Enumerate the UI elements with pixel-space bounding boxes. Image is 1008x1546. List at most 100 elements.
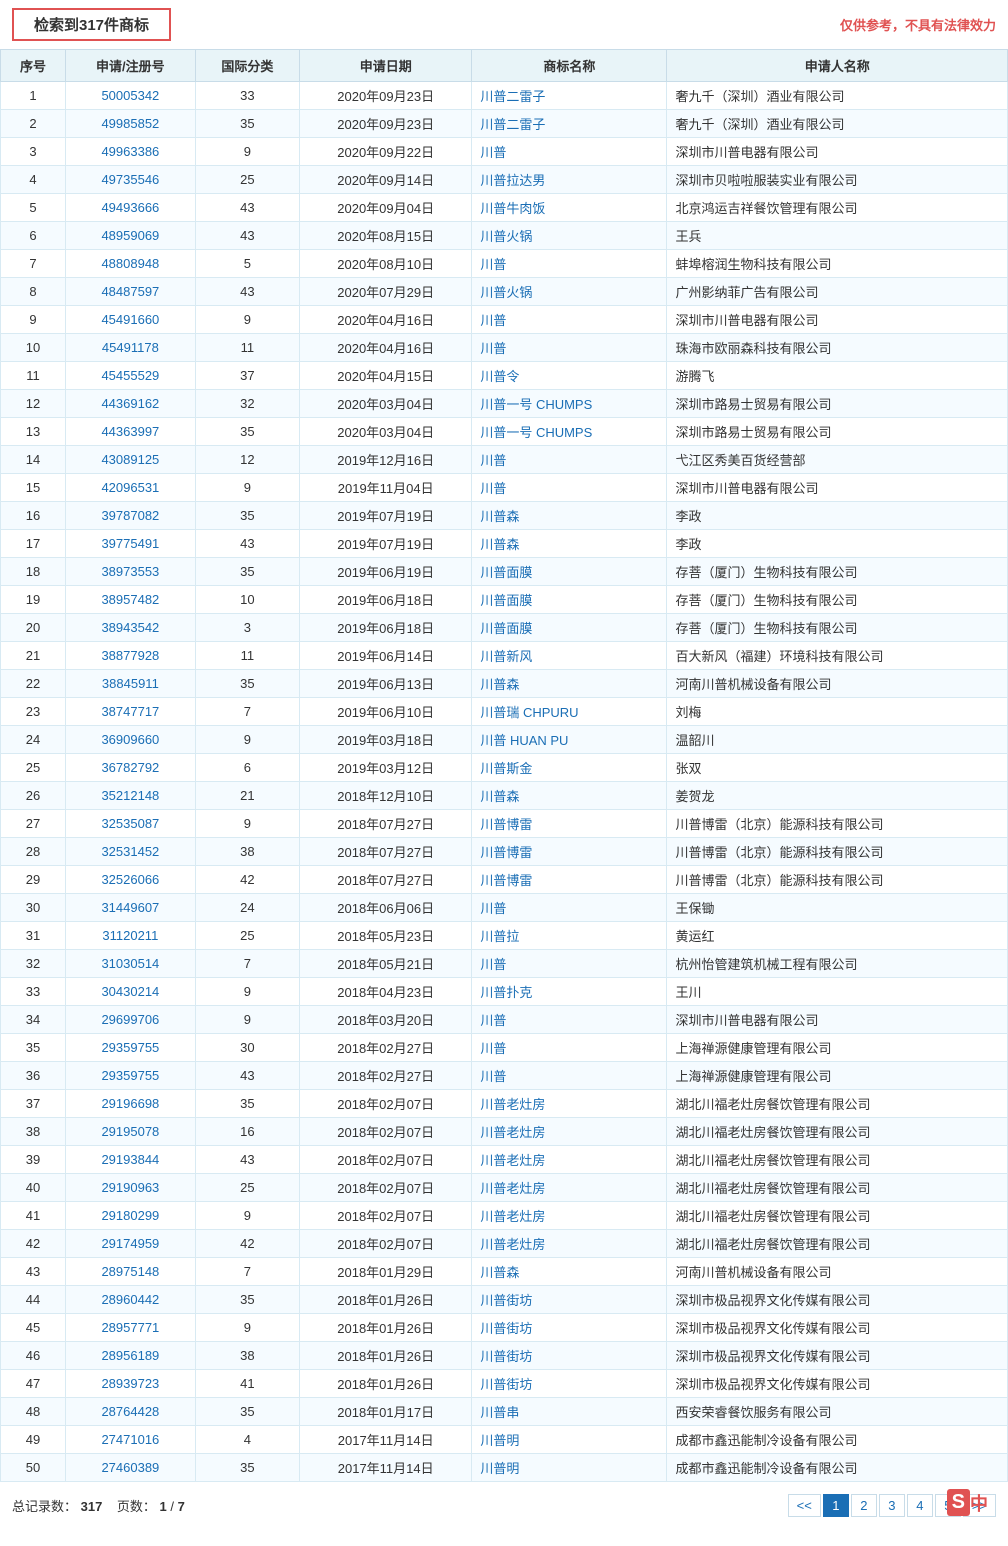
cell-trademark-name[interactable]: 川普明 — [472, 1426, 667, 1454]
cell-app-no[interactable]: 39787082 — [66, 502, 196, 530]
cell-app-no[interactable]: 28975148 — [66, 1258, 196, 1286]
cell-app-no[interactable]: 29190963 — [66, 1174, 196, 1202]
cell-trademark-name[interactable]: 川普明 — [472, 1454, 667, 1482]
cell-app-no[interactable]: 29193844 — [66, 1146, 196, 1174]
cell-app-no[interactable]: 35212148 — [66, 782, 196, 810]
cell-trademark-name[interactable]: 川普博雷 — [472, 810, 667, 838]
cell-app-no[interactable]: 48487597 — [66, 278, 196, 306]
cell-app-no[interactable]: 38957482 — [66, 586, 196, 614]
pagination-page-3[interactable]: 3 — [879, 1494, 905, 1517]
cell-trademark-name[interactable]: 川普老灶房 — [472, 1146, 667, 1174]
cell-app-no[interactable]: 28957771 — [66, 1314, 196, 1342]
cell-trademark-name[interactable]: 川普扑克 — [472, 978, 667, 1006]
cell-trademark-name[interactable]: 川普一号 CHUMPS — [472, 418, 667, 446]
cell-trademark-name[interactable]: 川普 — [472, 446, 667, 474]
cell-app-no[interactable]: 38877928 — [66, 642, 196, 670]
cell-app-no[interactable]: 31120211 — [66, 922, 196, 950]
cell-trademark-name[interactable]: 川普面膜 — [472, 614, 667, 642]
cell-app-no[interactable]: 44369162 — [66, 390, 196, 418]
pagination-page-2[interactable]: 2 — [851, 1494, 877, 1517]
cell-trademark-name[interactable]: 川普一号 CHUMPS — [472, 390, 667, 418]
cell-trademark-name[interactable]: 川普老灶房 — [472, 1174, 667, 1202]
cell-trademark-name[interactable]: 川普老灶房 — [472, 1118, 667, 1146]
cell-app-no[interactable]: 38973553 — [66, 558, 196, 586]
cell-app-no[interactable]: 30430214 — [66, 978, 196, 1006]
pagination-page-4[interactable]: 4 — [907, 1494, 933, 1517]
cell-app-no[interactable]: 45491178 — [66, 334, 196, 362]
cell-app-no[interactable]: 31030514 — [66, 950, 196, 978]
cell-trademark-name[interactable]: 川普新风 — [472, 642, 667, 670]
cell-app-no[interactable]: 29359755 — [66, 1062, 196, 1090]
cell-app-no[interactable]: 45491660 — [66, 306, 196, 334]
cell-trademark-name[interactable]: 川普森 — [472, 502, 667, 530]
cell-trademark-name[interactable]: 川普二雷子 — [472, 82, 667, 110]
cell-trademark-name[interactable]: 川普拉 — [472, 922, 667, 950]
pagination-page-1[interactable]: 1 — [823, 1494, 849, 1517]
cell-app-no[interactable]: 28939723 — [66, 1370, 196, 1398]
cell-trademark-name[interactable]: 川普森 — [472, 530, 667, 558]
cell-trademark-name[interactable]: 川普 — [472, 1034, 667, 1062]
cell-app-no[interactable]: 32535087 — [66, 810, 196, 838]
cell-trademark-name[interactable]: 川普火锅 — [472, 222, 667, 250]
cell-app-no[interactable]: 42096531 — [66, 474, 196, 502]
cell-trademark-name[interactable]: 川普老灶房 — [472, 1202, 667, 1230]
cell-app-no[interactable]: 28960442 — [66, 1286, 196, 1314]
cell-app-no[interactable]: 49493666 — [66, 194, 196, 222]
cell-app-no[interactable]: 49985852 — [66, 110, 196, 138]
cell-app-no[interactable]: 32526066 — [66, 866, 196, 894]
cell-app-no[interactable]: 38845911 — [66, 670, 196, 698]
cell-trademark-name[interactable]: 川普二雷子 — [472, 110, 667, 138]
cell-trademark-name[interactable]: 川普 — [472, 334, 667, 362]
cell-trademark-name[interactable]: 川普博雷 — [472, 838, 667, 866]
cell-app-no[interactable]: 32531452 — [66, 838, 196, 866]
cell-trademark-name[interactable]: 川普令 — [472, 362, 667, 390]
cell-app-no[interactable]: 38747717 — [66, 698, 196, 726]
cell-app-no[interactable]: 44363997 — [66, 418, 196, 446]
cell-app-no[interactable]: 29174959 — [66, 1230, 196, 1258]
cell-trademark-name[interactable]: 川普面膜 — [472, 558, 667, 586]
cell-app-no[interactable]: 36909660 — [66, 726, 196, 754]
cell-trademark-name[interactable]: 川普街坊 — [472, 1342, 667, 1370]
cell-trademark-name[interactable]: 川普拉达男 — [472, 166, 667, 194]
cell-trademark-name[interactable]: 川普 HUAN PU — [472, 726, 667, 754]
cell-trademark-name[interactable]: 川普火锅 — [472, 278, 667, 306]
cell-trademark-name[interactable]: 川普街坊 — [472, 1370, 667, 1398]
cell-app-no[interactable]: 29196698 — [66, 1090, 196, 1118]
cell-trademark-name[interactable]: 川普森 — [472, 782, 667, 810]
cell-trademark-name[interactable]: 川普面膜 — [472, 586, 667, 614]
cell-trademark-name[interactable]: 川普斯金 — [472, 754, 667, 782]
cell-app-no[interactable]: 31449607 — [66, 894, 196, 922]
cell-trademark-name[interactable]: 川普 — [472, 306, 667, 334]
cell-trademark-name[interactable]: 川普街坊 — [472, 1286, 667, 1314]
cell-app-no[interactable]: 29699706 — [66, 1006, 196, 1034]
cell-trademark-name[interactable]: 川普瑞 CHPURU — [472, 698, 667, 726]
cell-trademark-name[interactable]: 川普 — [472, 894, 667, 922]
cell-trademark-name[interactable]: 川普街坊 — [472, 1314, 667, 1342]
cell-app-no[interactable]: 39775491 — [66, 530, 196, 558]
cell-app-no[interactable]: 43089125 — [66, 446, 196, 474]
cell-trademark-name[interactable]: 川普 — [472, 138, 667, 166]
cell-trademark-name[interactable]: 川普森 — [472, 670, 667, 698]
cell-app-no[interactable]: 29180299 — [66, 1202, 196, 1230]
cell-trademark-name[interactable]: 川普牛肉饭 — [472, 194, 667, 222]
cell-app-no[interactable]: 36782792 — [66, 754, 196, 782]
cell-trademark-name[interactable]: 川普 — [472, 1062, 667, 1090]
cell-app-no[interactable]: 29359755 — [66, 1034, 196, 1062]
cell-trademark-name[interactable]: 川普 — [472, 474, 667, 502]
cell-trademark-name[interactable]: 川普 — [472, 950, 667, 978]
cell-app-no[interactable]: 27460389 — [66, 1454, 196, 1482]
pagination-prev[interactable]: << — [788, 1494, 821, 1517]
cell-app-no[interactable]: 28764428 — [66, 1398, 196, 1426]
cell-trademark-name[interactable]: 川普老灶房 — [472, 1090, 667, 1118]
cell-app-no[interactable]: 48959069 — [66, 222, 196, 250]
cell-app-no[interactable]: 27471016 — [66, 1426, 196, 1454]
cell-app-no[interactable]: 48808948 — [66, 250, 196, 278]
cell-app-no[interactable]: 28956189 — [66, 1342, 196, 1370]
cell-app-no[interactable]: 49735546 — [66, 166, 196, 194]
cell-trademark-name[interactable]: 川普森 — [472, 1258, 667, 1286]
cell-trademark-name[interactable]: 川普老灶房 — [472, 1230, 667, 1258]
cell-trademark-name[interactable]: 川普 — [472, 250, 667, 278]
cell-trademark-name[interactable]: 川普 — [472, 1006, 667, 1034]
cell-app-no[interactable]: 38943542 — [66, 614, 196, 642]
cell-app-no[interactable]: 50005342 — [66, 82, 196, 110]
